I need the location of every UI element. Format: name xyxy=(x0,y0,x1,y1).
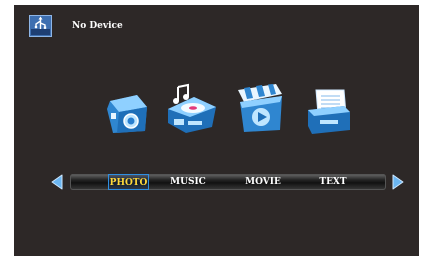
arrow-right-icon[interactable] xyxy=(392,174,406,190)
document-tray-icon[interactable] xyxy=(306,86,352,136)
tab-movie[interactable]: MOVIE xyxy=(240,174,286,190)
media-screen: No Device PHOTO MUSIC MOVIE TEXT xyxy=(14,5,419,256)
tab-text[interactable]: TEXT xyxy=(316,174,350,190)
camera-icon[interactable] xyxy=(105,91,150,136)
music-player-icon[interactable] xyxy=(164,83,219,135)
usb-icon xyxy=(29,15,52,37)
clapperboard-icon[interactable] xyxy=(236,82,286,134)
category-tab-bar: PHOTO MUSIC MOVIE TEXT xyxy=(70,174,386,190)
tab-music[interactable]: MUSIC xyxy=(168,174,208,190)
device-status-label: No Device xyxy=(72,21,123,31)
arrow-left-icon[interactable] xyxy=(49,174,63,190)
tab-photo[interactable]: PHOTO xyxy=(108,174,149,190)
